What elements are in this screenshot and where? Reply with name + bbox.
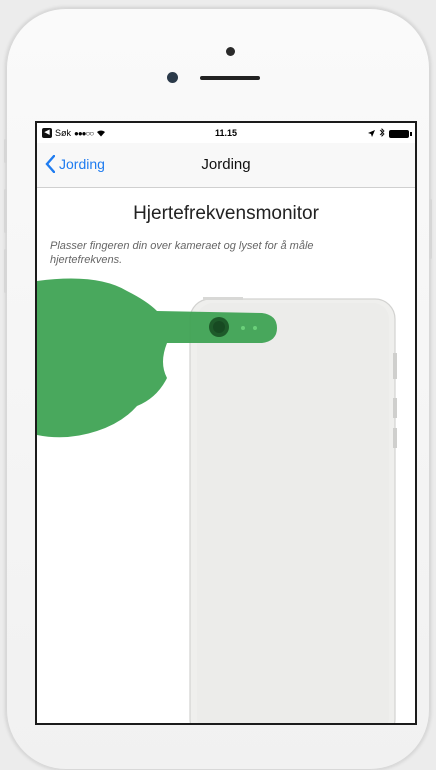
proximity-sensor — [167, 72, 178, 83]
heart-rate-illustration — [37, 278, 397, 723]
volume-up-button — [4, 189, 7, 233]
phone-back-illustration — [189, 297, 397, 723]
power-button — [429, 199, 432, 259]
phone-screen: ◀ Søk ●●●○○ 11.15 Jording Jording Hjerte… — [35, 121, 417, 725]
volume-down-button — [4, 249, 7, 293]
front-camera — [226, 47, 235, 56]
earpiece-speaker — [200, 76, 260, 80]
mute-switch — [4, 139, 7, 163]
camera-lens-illustration — [209, 317, 229, 337]
